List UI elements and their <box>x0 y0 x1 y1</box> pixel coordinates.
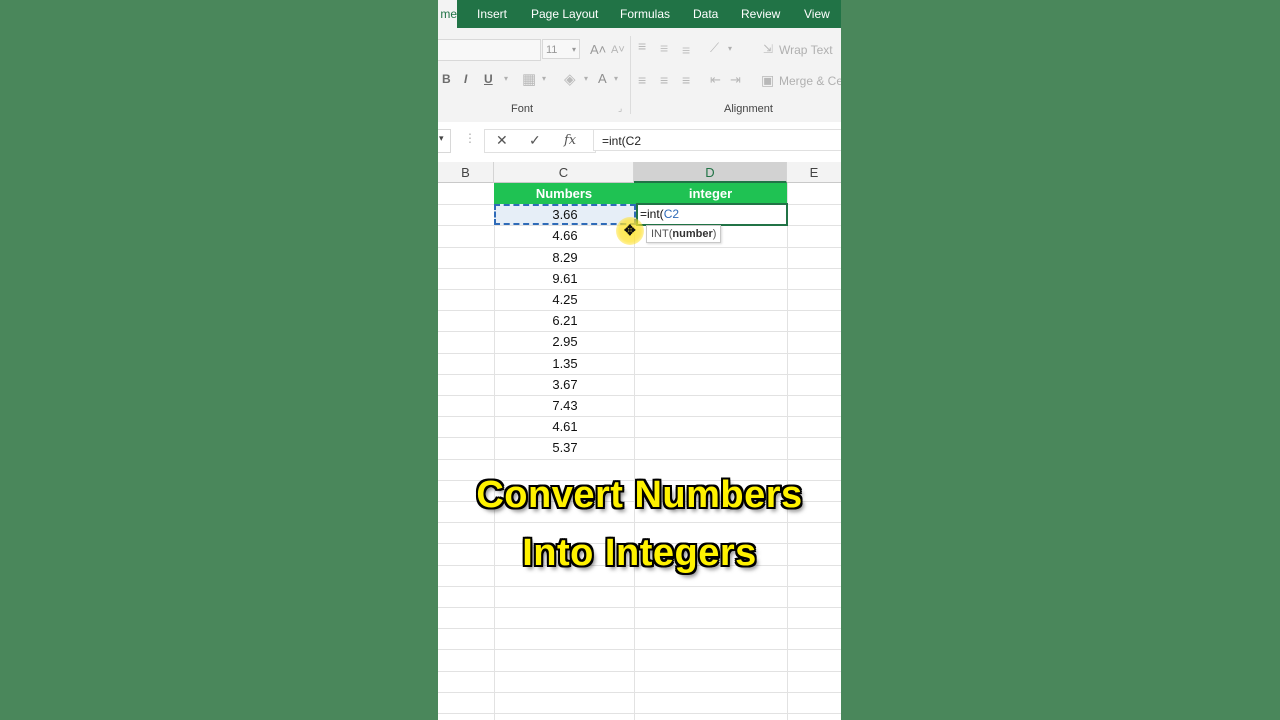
row-gridline <box>438 671 841 672</box>
integer-header-cell[interactable]: integer <box>634 183 787 204</box>
number-cell[interactable]: 1.35 <box>494 353 636 374</box>
align-bottom-icon[interactable]: ≡ <box>682 42 690 58</box>
underline-button[interactable]: U <box>484 72 493 86</box>
chevron-down-icon: ▾ <box>542 74 547 83</box>
number-cell[interactable]: 4.66 <box>494 225 636 246</box>
align-top-icon[interactable]: ≡ <box>638 38 646 54</box>
number-cell[interactable]: 9.61 <box>494 268 636 289</box>
font-size-value: 11 <box>546 44 558 56</box>
align-right-icon[interactable]: ≡ <box>682 72 690 88</box>
orientation-icon[interactable]: ⟋ <box>710 40 719 56</box>
alignment-group-label: Alignment <box>724 103 773 115</box>
tab-formulas[interactable]: Formulas <box>620 0 670 28</box>
tab-page-layout[interactable]: Page Layout <box>531 0 598 28</box>
formula-input[interactable]: =int(C2 <box>593 129 841 151</box>
row-gridline <box>438 713 841 714</box>
ribbon-tabs: me Insert Page Layout Formulas Data Revi… <box>438 0 841 28</box>
wrap-text-button[interactable]: Wrap Text <box>779 43 833 57</box>
chevron-down-icon: ▾ <box>728 44 733 53</box>
ribbon-home: 11 ▾ A˄ A˅ B I U ▾ ▦ ▾ ◈ ▾ A ▾ Font ⌟ ≡ ≡… <box>438 28 841 123</box>
number-cell[interactable]: 2.95 <box>494 331 636 352</box>
number-cell[interactable]: 7.43 <box>494 395 636 416</box>
wrap-text-icon[interactable]: ⇲ <box>763 42 773 56</box>
number-cell[interactable]: 6.21 <box>494 310 636 331</box>
enter-icon[interactable]: ✓ <box>529 132 541 149</box>
chevron-down-icon: ▾ <box>571 45 576 54</box>
column-gridline <box>787 183 788 720</box>
drag-handle-icon[interactable]: ⋮ <box>464 131 476 145</box>
tab-home[interactable]: me <box>438 0 457 28</box>
row-gridline <box>438 522 841 523</box>
chevron-down-icon: ▾ <box>439 133 444 143</box>
number-cell[interactable]: 3.67 <box>494 374 636 395</box>
number-cell[interactable]: 8.29 <box>494 247 636 268</box>
number-cell[interactable]: 4.25 <box>494 289 636 310</box>
font-size-dropdown[interactable]: 11 ▾ <box>542 39 580 59</box>
caption-line-2: Into Integers <box>522 532 757 574</box>
column-header-b[interactable]: B <box>438 162 494 183</box>
dialog-launcher-icon[interactable]: ⌟ <box>618 103 622 114</box>
number-cell[interactable]: 3.66 <box>494 204 636 225</box>
row-gridline <box>438 607 841 608</box>
font-group-label: Font <box>511 103 534 115</box>
fill-color-icon[interactable]: ◈ <box>564 70 576 88</box>
column-header-c[interactable]: C <box>494 162 634 183</box>
row-gridline <box>438 628 841 629</box>
row-gridline <box>438 459 841 460</box>
chevron-down-icon: ▾ <box>584 74 589 83</box>
tab-data[interactable]: Data <box>693 0 718 28</box>
cell-edit-formula: =int(C2 <box>640 207 680 221</box>
align-center-icon[interactable]: ≡ <box>660 72 668 88</box>
tab-insert[interactable]: Insert <box>477 0 507 28</box>
align-left-icon[interactable]: ≡ <box>638 72 646 88</box>
chevron-down-icon: ▾ <box>614 74 619 83</box>
decrease-indent-icon[interactable]: ⇤ <box>710 72 721 88</box>
move-cursor-icon: ✥ <box>624 222 636 238</box>
formula-buttons: ✕ ✓ fx <box>484 129 596 153</box>
italic-button[interactable]: I <box>464 72 467 86</box>
tab-review[interactable]: Review <box>741 0 780 28</box>
column-header-e[interactable]: E <box>787 162 841 183</box>
bold-button[interactable]: B <box>442 72 451 86</box>
grow-font-icon[interactable]: A˄ <box>590 42 606 57</box>
worksheet-grid[interactable]: Numbers integer 3.66 4.66 8.29 9.61 4.25 6.21… <box>438 183 841 720</box>
row-gridline <box>438 649 841 650</box>
background-left <box>0 0 438 720</box>
function-tooltip: INT(number) <box>646 225 722 243</box>
merge-icon[interactable]: ▣ <box>761 72 774 89</box>
caption-line-1: Convert Numbers <box>476 474 803 516</box>
number-cell[interactable]: 5.37 <box>494 437 636 458</box>
merge-center-button[interactable]: Merge & Ce <box>779 74 841 88</box>
excel-window: me Insert Page Layout Formulas Data Revi… <box>438 0 841 720</box>
name-box[interactable]: ▾ <box>438 129 451 153</box>
insert-function-icon[interactable]: fx <box>564 133 576 148</box>
formula-bar: ▾ ⋮ ✕ ✓ fx =int(C2 <box>438 122 841 160</box>
cancel-icon[interactable]: ✕ <box>496 132 508 149</box>
column-header-d[interactable]: D <box>634 162 787 183</box>
font-color-icon[interactable]: A <box>598 71 607 86</box>
numbers-header-cell[interactable]: Numbers <box>494 183 634 204</box>
align-middle-icon[interactable]: ≡ <box>660 40 668 56</box>
shrink-font-icon[interactable]: A˅ <box>611 44 625 56</box>
chevron-down-icon: ▾ <box>504 74 509 83</box>
font-name-dropdown[interactable] <box>438 39 541 61</box>
row-gridline <box>438 586 841 587</box>
row-gridline <box>438 692 841 693</box>
borders-icon[interactable]: ▦ <box>522 70 536 88</box>
increase-indent-icon[interactable]: ⇥ <box>730 72 741 88</box>
background-right <box>841 0 1280 720</box>
tab-view[interactable]: View <box>804 0 830 28</box>
group-separator <box>630 36 631 114</box>
number-cell[interactable]: 4.61 <box>494 416 636 437</box>
